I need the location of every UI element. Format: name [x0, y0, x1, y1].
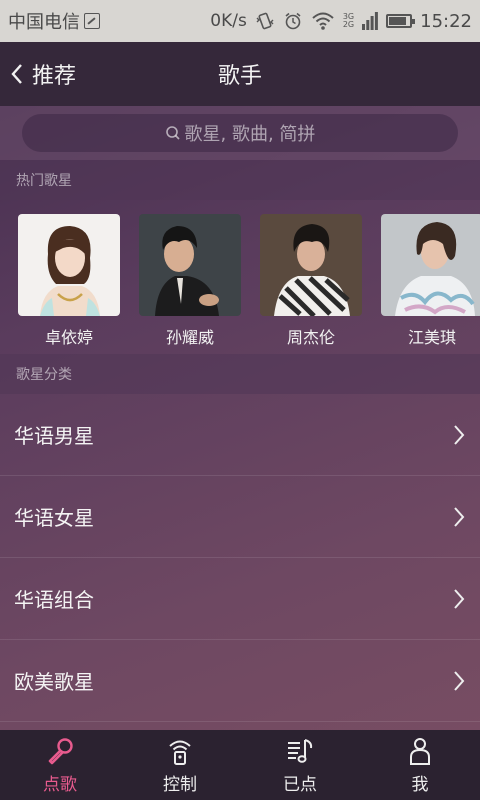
singer-card[interactable]: 孙耀威 [139, 214, 241, 348]
search-input[interactable]: 歌星, 歌曲, 简拼 [22, 114, 458, 152]
singer-name: 周杰伦 [286, 328, 335, 347]
category-item[interactable]: 华语女星 [0, 476, 480, 558]
nav-item-control[interactable]: 控制 [120, 730, 240, 800]
search-bar-container: 歌星, 歌曲, 简拼 [0, 106, 480, 160]
carrier-name: 中国电信 [8, 12, 80, 33]
search-icon [165, 126, 180, 140]
chevron-right-icon [454, 506, 465, 527]
wifi-icon [312, 12, 334, 30]
network-speed: 0K/s [210, 11, 247, 31]
status-right: 0K/s 3G 2G 15:22 [210, 11, 472, 32]
nav-label: 点歌 [43, 774, 77, 795]
singer-photo [18, 214, 120, 316]
person-icon [410, 737, 430, 765]
hot-singers-row: 卓依婷 孙耀威 周杰伦 江美琪 [0, 200, 480, 354]
bottom-nav: 点歌 控制 已点 我 [0, 730, 480, 800]
categories-heading: 歌星分类 [0, 354, 480, 394]
chevron-left-icon [11, 64, 22, 84]
image-notification-icon [84, 13, 100, 29]
alarm-icon [285, 12, 301, 30]
category-item[interactable]: 华语男星 [0, 394, 480, 476]
nav-label: 控制 [163, 774, 197, 795]
category-label: 欧美歌星 [14, 670, 94, 694]
status-bar: 中国电信 0K/s 3G 2G 15:22 [0, 0, 480, 42]
category-label: 华语女星 [14, 506, 94, 530]
signal-icon [362, 12, 379, 30]
nav-item-requested[interactable]: 已点 [240, 730, 360, 800]
vibrate-icon [256, 12, 274, 30]
category-item[interactable]: 华语组合 [0, 558, 480, 640]
battery-icon [386, 14, 416, 28]
category-label: 华语组合 [14, 588, 94, 612]
chevron-right-icon [454, 424, 465, 445]
singer-photo [381, 214, 480, 316]
search-placeholder: 歌星, 歌曲, 简拼 [184, 124, 316, 145]
back-label: 推荐 [32, 64, 77, 89]
network-type: 3G 2G [343, 13, 354, 29]
nav-item-me[interactable]: 我 [360, 730, 480, 800]
singer-name: 孙耀威 [165, 328, 214, 347]
singer-name: 卓依婷 [44, 328, 93, 347]
chevron-right-icon [454, 588, 465, 609]
title-bar: 推荐 歌手 [0, 42, 480, 106]
category-list: 华语男星 华语女星 华语组合 欧美歌星 [0, 394, 480, 722]
clock: 15:22 [420, 10, 472, 32]
carrier-group: 中国电信 [8, 8, 100, 34]
singer-card[interactable]: 卓依婷 [18, 214, 120, 348]
singer-card[interactable]: 周杰伦 [260, 214, 362, 348]
singer-photo [139, 214, 241, 316]
chevron-right-icon [454, 670, 465, 691]
category-label: 华语男星 [14, 424, 94, 448]
singer-name: 江美琪 [407, 328, 456, 347]
remote-icon [169, 740, 191, 765]
singer-photo [260, 214, 362, 316]
hot-singers-heading: 热门歌星 [0, 160, 480, 200]
category-item[interactable]: 欧美歌星 [0, 640, 480, 722]
nav-label: 我 [411, 774, 429, 795]
network-type-bottom: 2G [342, 20, 355, 29]
nav-item-request-song[interactable]: 点歌 [0, 730, 120, 800]
nav-label: 已点 [283, 774, 317, 795]
playlist-icon [288, 738, 313, 763]
battery-level [389, 17, 407, 25]
back-button[interactable]: 推荐 [10, 42, 76, 106]
microphone-icon [48, 737, 73, 764]
singer-card[interactable]: 江美琪 [381, 214, 480, 348]
